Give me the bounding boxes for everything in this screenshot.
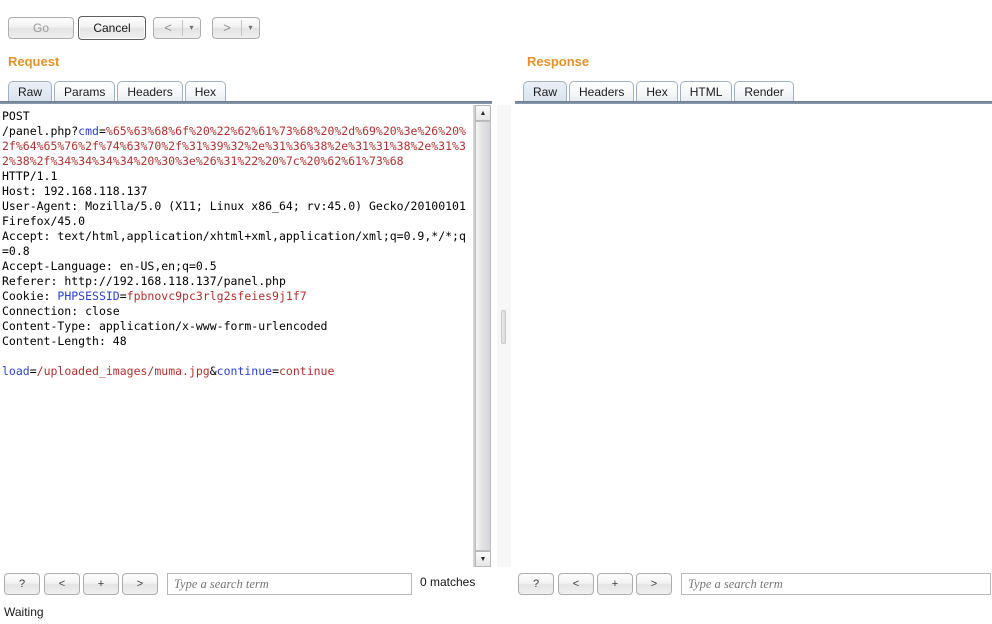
request-search-next-button[interactable]: > <box>122 573 158 595</box>
request-param-name: cmd <box>78 124 99 138</box>
header-name-accept: Accept <box>2 229 44 243</box>
header-value-accept-language: en-US,en;q=0.5 <box>119 259 217 273</box>
response-search-input[interactable] <box>681 573 991 595</box>
header-value-content-length: 48 <box>112 334 127 348</box>
body-param-name-load: load <box>2 364 30 378</box>
body-param-value-continue: continue <box>279 364 335 378</box>
chevron-down-icon[interactable]: ▾ <box>183 18 200 38</box>
header-name-host: Host <box>2 184 30 198</box>
request-search-prev-button[interactable]: < <box>44 573 80 595</box>
tab-response-render[interactable]: Render <box>734 81 794 102</box>
request-search-bar: ? < + > 0 matches <box>0 573 497 599</box>
response-search-add-button[interactable]: + <box>597 573 633 595</box>
chevron-down-icon[interactable]: ▾ <box>242 18 259 38</box>
response-tab-underline <box>515 101 992 104</box>
tab-response-html[interactable]: HTML <box>679 81 733 102</box>
request-raw-content[interactable]: POST /panel.php?cmd=%65%63%68%6f%20%22%6… <box>0 105 473 379</box>
request-match-count: 0 matches <box>420 575 476 589</box>
cookie-key: PHPSESSID <box>57 289 120 303</box>
request-tabstrip: Raw Params Headers Hex <box>8 80 228 102</box>
header-value-accept: text/html,application/xhtml+xml,applicat… <box>2 229 466 258</box>
header-value-content-type: application/x-www-form-urlencoded <box>98 319 328 333</box>
response-search-help-button[interactable]: ? <box>518 573 554 595</box>
request-search-help-button[interactable]: ? <box>4 573 40 595</box>
tab-request-raw[interactable]: Raw <box>8 81 53 102</box>
scroll-up-arrow-icon[interactable]: ▲ <box>475 105 491 121</box>
header-value-host: 192.168.118.137 <box>43 184 148 198</box>
panel-splitter[interactable] <box>497 105 511 567</box>
response-search-bar: ? < + > <box>515 573 992 599</box>
request-panel-title: Request <box>8 54 60 69</box>
request-path: /panel.php? <box>2 124 79 138</box>
scrollbar-thumb[interactable] <box>475 121 491 551</box>
request-editor-scrollbar[interactable]: ▲ ▼ <box>474 105 491 567</box>
header-name-referer: Referer <box>2 274 51 288</box>
response-search-prev-button[interactable]: < <box>558 573 594 595</box>
go-button[interactable]: Go <box>8 17 74 39</box>
header-name-content-type: Content-Type <box>2 319 86 333</box>
response-tabstrip: Raw Headers Hex HTML Render <box>523 80 796 102</box>
status-bar: Waiting <box>4 605 44 619</box>
response-search-next-button[interactable]: > <box>636 573 672 595</box>
header-value-user-agent: Mozilla/5.0 (X11; Linux x86_64; rv:45.0)… <box>2 199 473 228</box>
header-name-cookie: Cookie <box>2 289 44 303</box>
tab-request-headers[interactable]: Headers <box>117 81 183 102</box>
cookie-value: fpbnovc9pc3rlg2sfeies9j1f7 <box>126 289 307 303</box>
previous-arrow-icon: < <box>164 20 172 35</box>
header-name-user-agent: User-Agent <box>2 199 72 213</box>
body-param-name-continue: continue <box>216 364 273 378</box>
body-param-value-load: /uploaded_images/muma.jpg <box>36 364 210 378</box>
splitter-grip-handle[interactable] <box>501 310 506 344</box>
top-toolbar: Go Cancel < ▾ > ▾ <box>0 0 992 44</box>
request-tab-underline <box>0 101 492 104</box>
response-panel-title: Response <box>527 54 590 69</box>
header-name-content-length: Content-Length <box>2 334 99 348</box>
header-name-accept-language: Accept-Language <box>2 259 106 273</box>
header-name-connection: Connection <box>2 304 72 318</box>
request-search-input[interactable] <box>167 573 412 595</box>
tab-request-hex[interactable]: Hex <box>184 81 227 102</box>
next-arrow-icon: > <box>223 20 231 35</box>
scroll-down-arrow-icon[interactable]: ▼ <box>475 551 491 567</box>
request-raw-editor[interactable]: POST /panel.php?cmd=%65%63%68%6f%20%22%6… <box>0 105 474 567</box>
tab-response-hex[interactable]: Hex <box>636 81 678 102</box>
header-value-connection: close <box>85 304 120 318</box>
tab-response-headers[interactable]: Headers <box>569 81 635 102</box>
header-value-referer: http://192.168.118.137/panel.php <box>64 274 286 288</box>
tab-request-params[interactable]: Params <box>54 81 116 102</box>
response-raw-editor[interactable] <box>515 105 992 567</box>
previous-request-button[interactable]: < ▾ <box>153 17 201 39</box>
cancel-button[interactable]: Cancel <box>78 16 146 40</box>
request-search-add-button[interactable]: + <box>83 573 119 595</box>
next-request-button[interactable]: > ▾ <box>212 17 260 39</box>
request-protocol-line: HTTP/1.1 <box>2 169 58 183</box>
request-method-line: POST <box>2 109 30 123</box>
response-raw-content[interactable] <box>515 105 992 109</box>
tab-response-raw[interactable]: Raw <box>523 81 568 102</box>
